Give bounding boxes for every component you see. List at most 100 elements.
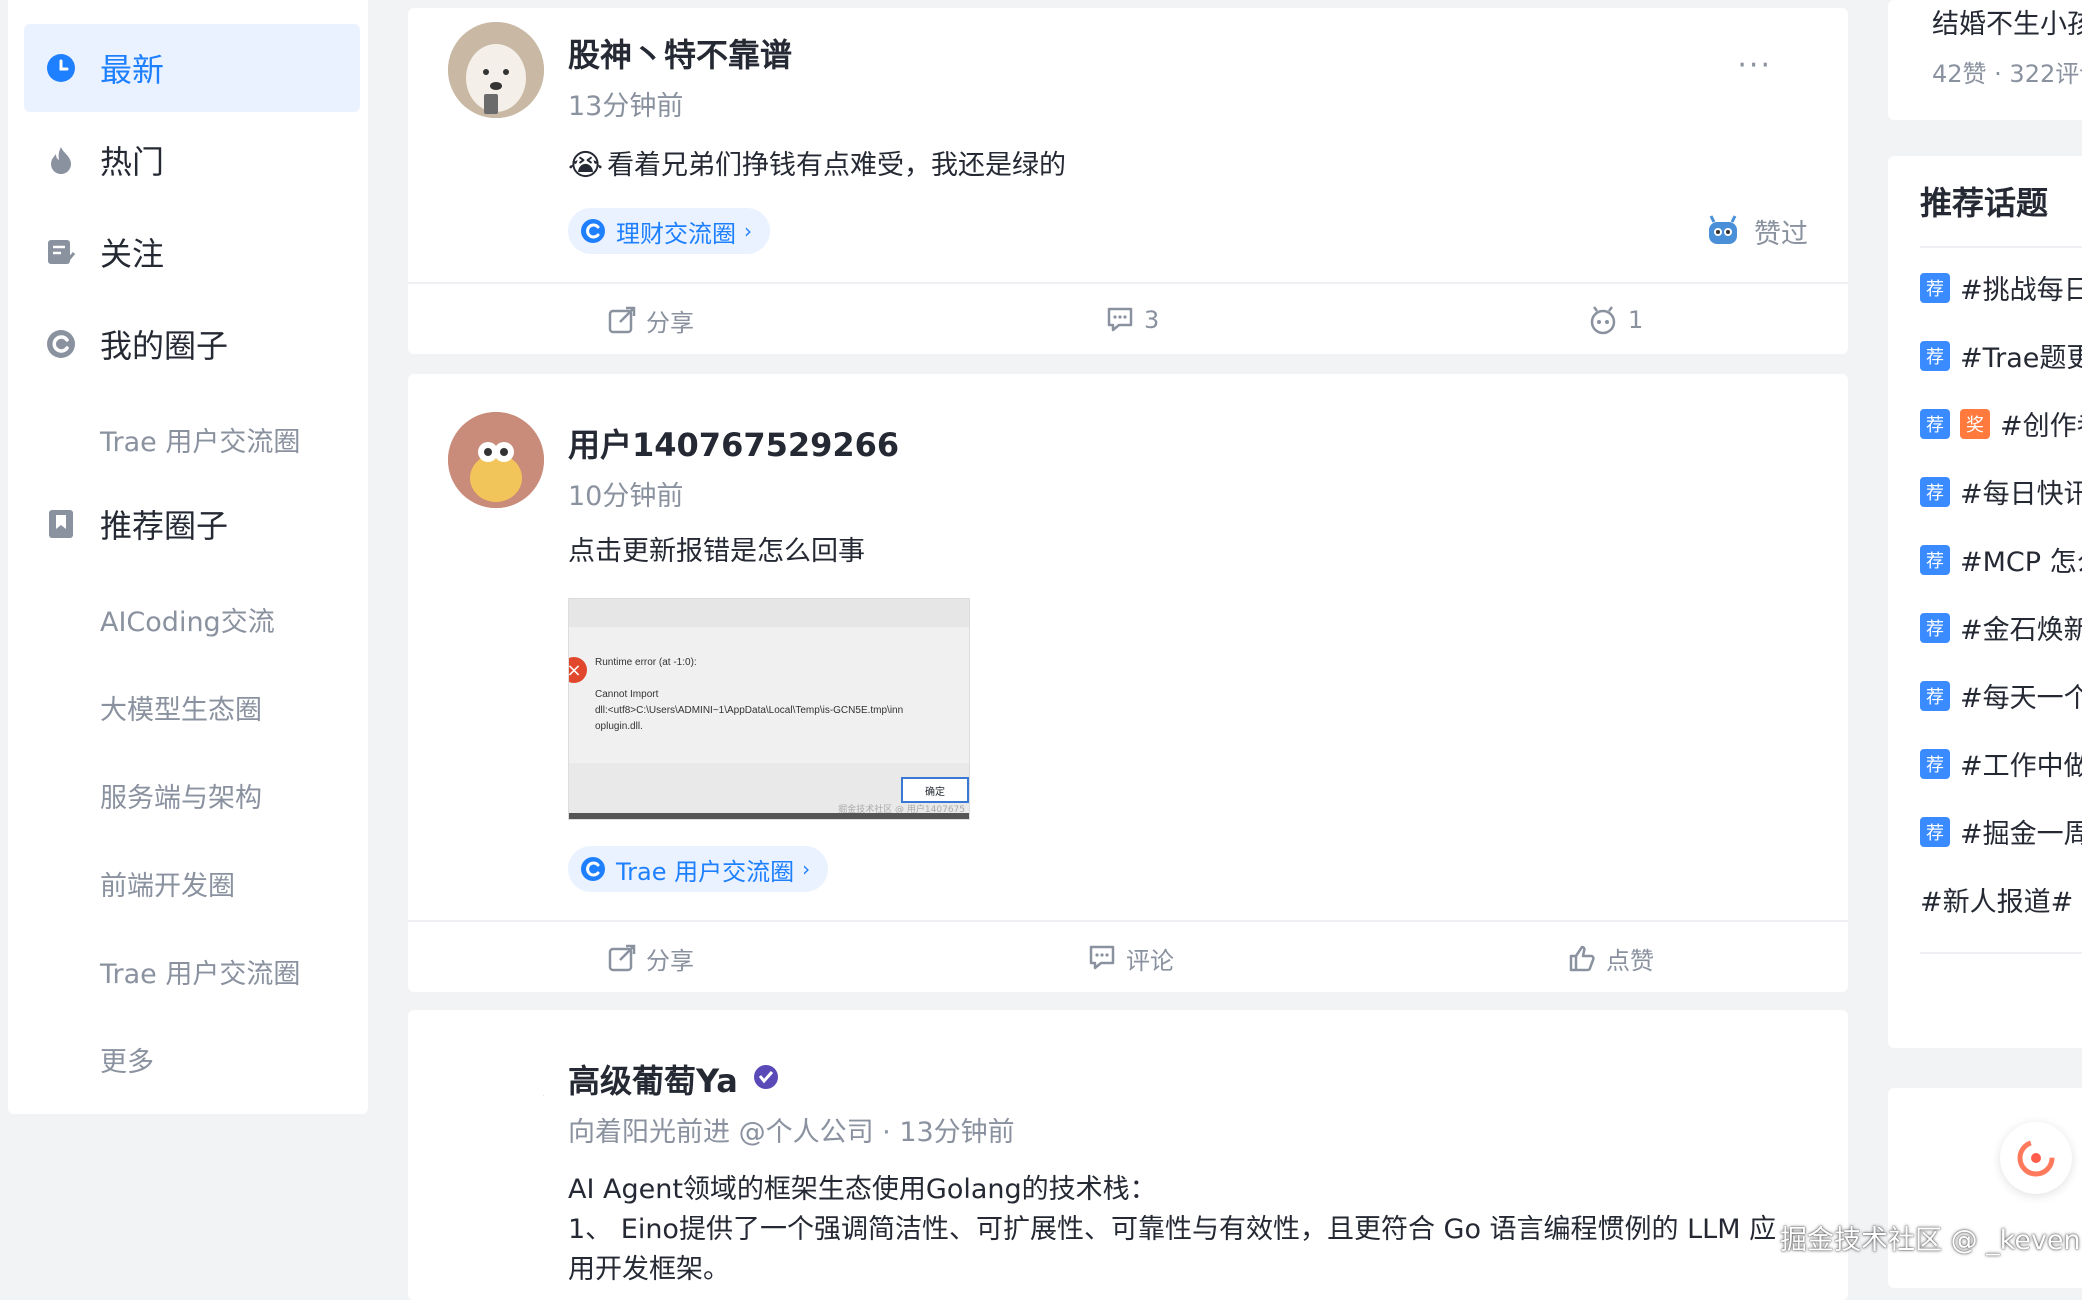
avatar[interactable]: [448, 22, 544, 118]
topic-item[interactable]: #新人报道#: [1920, 880, 2073, 919]
topic-item[interactable]: 荐 #金石焕新: [1920, 608, 2082, 647]
recommend-badge: 荐: [1920, 748, 1950, 779]
share-button[interactable]: 分享: [608, 922, 694, 994]
recommended-topics-card: 推荐话题 荐#挑战每日荐#Trae题更荐奖#创作者荐#每日快讯荐#MCP 怎么荐…: [1888, 156, 2082, 1048]
circle-icon: [46, 329, 76, 359]
post-meta: 向着阳光前进 @个人公司 · 13分钟前: [568, 1117, 1015, 1148]
like-button[interactable]: 1: [1588, 284, 1643, 356]
topic-label: #每日快讯: [1960, 479, 2082, 510]
post-content: 点击更新报错是怎么回事: [568, 536, 865, 567]
rec-circle-item[interactable]: AICoding交流: [100, 600, 275, 639]
image-text: oplugin.dll.: [595, 721, 643, 732]
comment-label: 评论: [1126, 946, 1174, 975]
topics-title: 推荐话题: [1920, 184, 2049, 222]
nav-my-circles[interactable]: 我的圈子: [24, 300, 360, 388]
topic-label: #创作者: [2000, 411, 2082, 442]
topic-item[interactable]: 荐 #Trae题更: [1920, 336, 2082, 375]
recommend-badge: 荐: [1920, 612, 1950, 643]
chip-label: 理财交流圈: [616, 219, 736, 248]
post-card: 用户140767529266 10分钟前 点击更新报错是怎么回事 × Runti…: [408, 374, 1848, 992]
post-time: 10分钟前: [568, 481, 684, 512]
recommend-badge: 荐: [1920, 816, 1950, 847]
hot-post-stats: 42赞 · 322评论: [1932, 60, 2082, 88]
chip-label: Trae 用户交流圈: [616, 857, 795, 886]
circle-chip[interactable]: 理财交流圈 ›: [568, 208, 770, 254]
topic-item[interactable]: 荐 #每日快讯: [1920, 472, 2082, 511]
recommend-badge: 荐: [1920, 340, 1950, 371]
image-text: dll:<utf8>C:\Users\ADMINI~1\AppData\Loca…: [595, 705, 904, 716]
chevron-right-icon: ›: [744, 219, 752, 243]
liked-robot-icon: [1590, 306, 1616, 335]
post-card: 高级葡萄Ya 向着阳光前进 @个人公司 · 13分钟前 AI Agent领域的框…: [408, 1010, 1848, 1300]
divider: [1920, 246, 2082, 248]
nav-follow-label: 关注: [100, 235, 165, 273]
nav-latest[interactable]: 最新: [24, 24, 360, 112]
avatar[interactable]: [448, 412, 544, 508]
assistant-icon: [2017, 1139, 2055, 1177]
watermark: 掘金技术社区 @ _keven: [1780, 1225, 2081, 1256]
post-content-line: 用开发框架。: [568, 1254, 730, 1285]
clock-icon: [46, 53, 76, 83]
nav-follow[interactable]: 关注: [24, 208, 360, 296]
recommend-badge: 荐: [1920, 272, 1950, 303]
topic-item[interactable]: 荐 #每天一个: [1920, 676, 2082, 715]
comment-button[interactable]: 3: [1106, 284, 1159, 356]
my-circle-item[interactable]: Trae 用户交流圈: [100, 420, 300, 459]
post-image[interactable]: × Runtime error (at -1:0): Cannot Import…: [568, 598, 970, 820]
topic-label: #金石焕新: [1960, 615, 2082, 646]
topic-item[interactable]: 荐 #工作中做: [1920, 744, 2082, 783]
award-badge: 奖: [1960, 408, 1990, 439]
nav-my-circles-label: 我的圈子: [100, 327, 229, 365]
crying-emoji-icon: 😭: [568, 148, 604, 183]
liked-label: 赞过: [1754, 219, 1808, 250]
circle-chip[interactable]: Trae 用户交流圈 ›: [568, 846, 829, 892]
assistant-float-button[interactable]: [2000, 1122, 2072, 1194]
topic-item[interactable]: 荐 #挑战每日: [1920, 268, 2082, 307]
nav-hot[interactable]: 热门: [24, 116, 360, 204]
comment-button[interactable]: 评论: [1088, 922, 1174, 994]
chevron-right-icon: ›: [802, 857, 811, 881]
recommend-badge: 荐: [1920, 680, 1950, 711]
hot-post-card[interactable]: 结婚不生小孩 42赞 · 322评论: [1888, 0, 2082, 120]
nav-latest-label: 最新: [100, 51, 165, 89]
post-content: 😭 看着兄弟们挣钱有点难受，我还是绿的: [568, 146, 1066, 186]
avatar[interactable]: [448, 1056, 544, 1152]
topic-item[interactable]: 荐 #掘金一周: [1920, 812, 2082, 851]
post-actions: 分享 3 1: [408, 282, 1848, 356]
image-shadow: [569, 813, 969, 819]
nav-recommended-circles[interactable]: 推荐圈子: [24, 480, 360, 568]
rec-circle-item[interactable]: 服务端与架构: [100, 776, 262, 815]
robot-icon: [1706, 214, 1740, 250]
bookmark-icon: [46, 509, 76, 539]
nav-recommended-label: 推荐圈子: [100, 507, 229, 545]
recommend-badge: 荐: [1920, 408, 1950, 439]
author-name[interactable]: 股神丶特不靠谱: [568, 30, 792, 76]
image-text: Runtime error (at -1:0):: [595, 657, 697, 668]
follow-icon: [46, 237, 76, 267]
error-icon: ×: [569, 657, 587, 683]
image-titlebar: [569, 599, 969, 627]
share-icon: [608, 944, 636, 972]
author-name[interactable]: 高级葡萄Ya: [568, 1056, 738, 1102]
topic-label: #挑战每日: [1960, 275, 2082, 306]
topic-label: #每天一个: [1960, 683, 2082, 714]
comment-icon: [1107, 307, 1133, 332]
more-options-icon[interactable]: ···: [1737, 48, 1772, 83]
like-count: 1: [1628, 306, 1644, 334]
rec-circle-item[interactable]: 大模型生态圈: [100, 688, 262, 727]
hot-post-title: 结婚不生小孩: [1932, 9, 2082, 40]
topic-item[interactable]: 荐奖 #创作者: [1920, 404, 2082, 443]
like-button[interactable]: 点赞: [1568, 922, 1654, 994]
author-row: 高级葡萄Ya: [568, 1056, 780, 1102]
recommend-badge: 荐: [1920, 544, 1950, 575]
share-icon: [608, 306, 636, 334]
topic-item[interactable]: 荐 #MCP 怎么: [1920, 540, 2082, 579]
rec-circle-item[interactable]: Trae 用户交流圈: [100, 952, 300, 991]
topic-label: #MCP 怎么: [1960, 547, 2082, 578]
rec-circle-item[interactable]: 前端开发圈: [100, 864, 235, 903]
more-circles-link[interactable]: 更多: [100, 1040, 154, 1079]
post-time: 13分钟前: [568, 91, 684, 122]
author-name[interactable]: 用户140767529266: [568, 420, 899, 466]
image-text: Cannot Import: [595, 689, 659, 700]
share-button[interactable]: 分享: [608, 284, 694, 356]
